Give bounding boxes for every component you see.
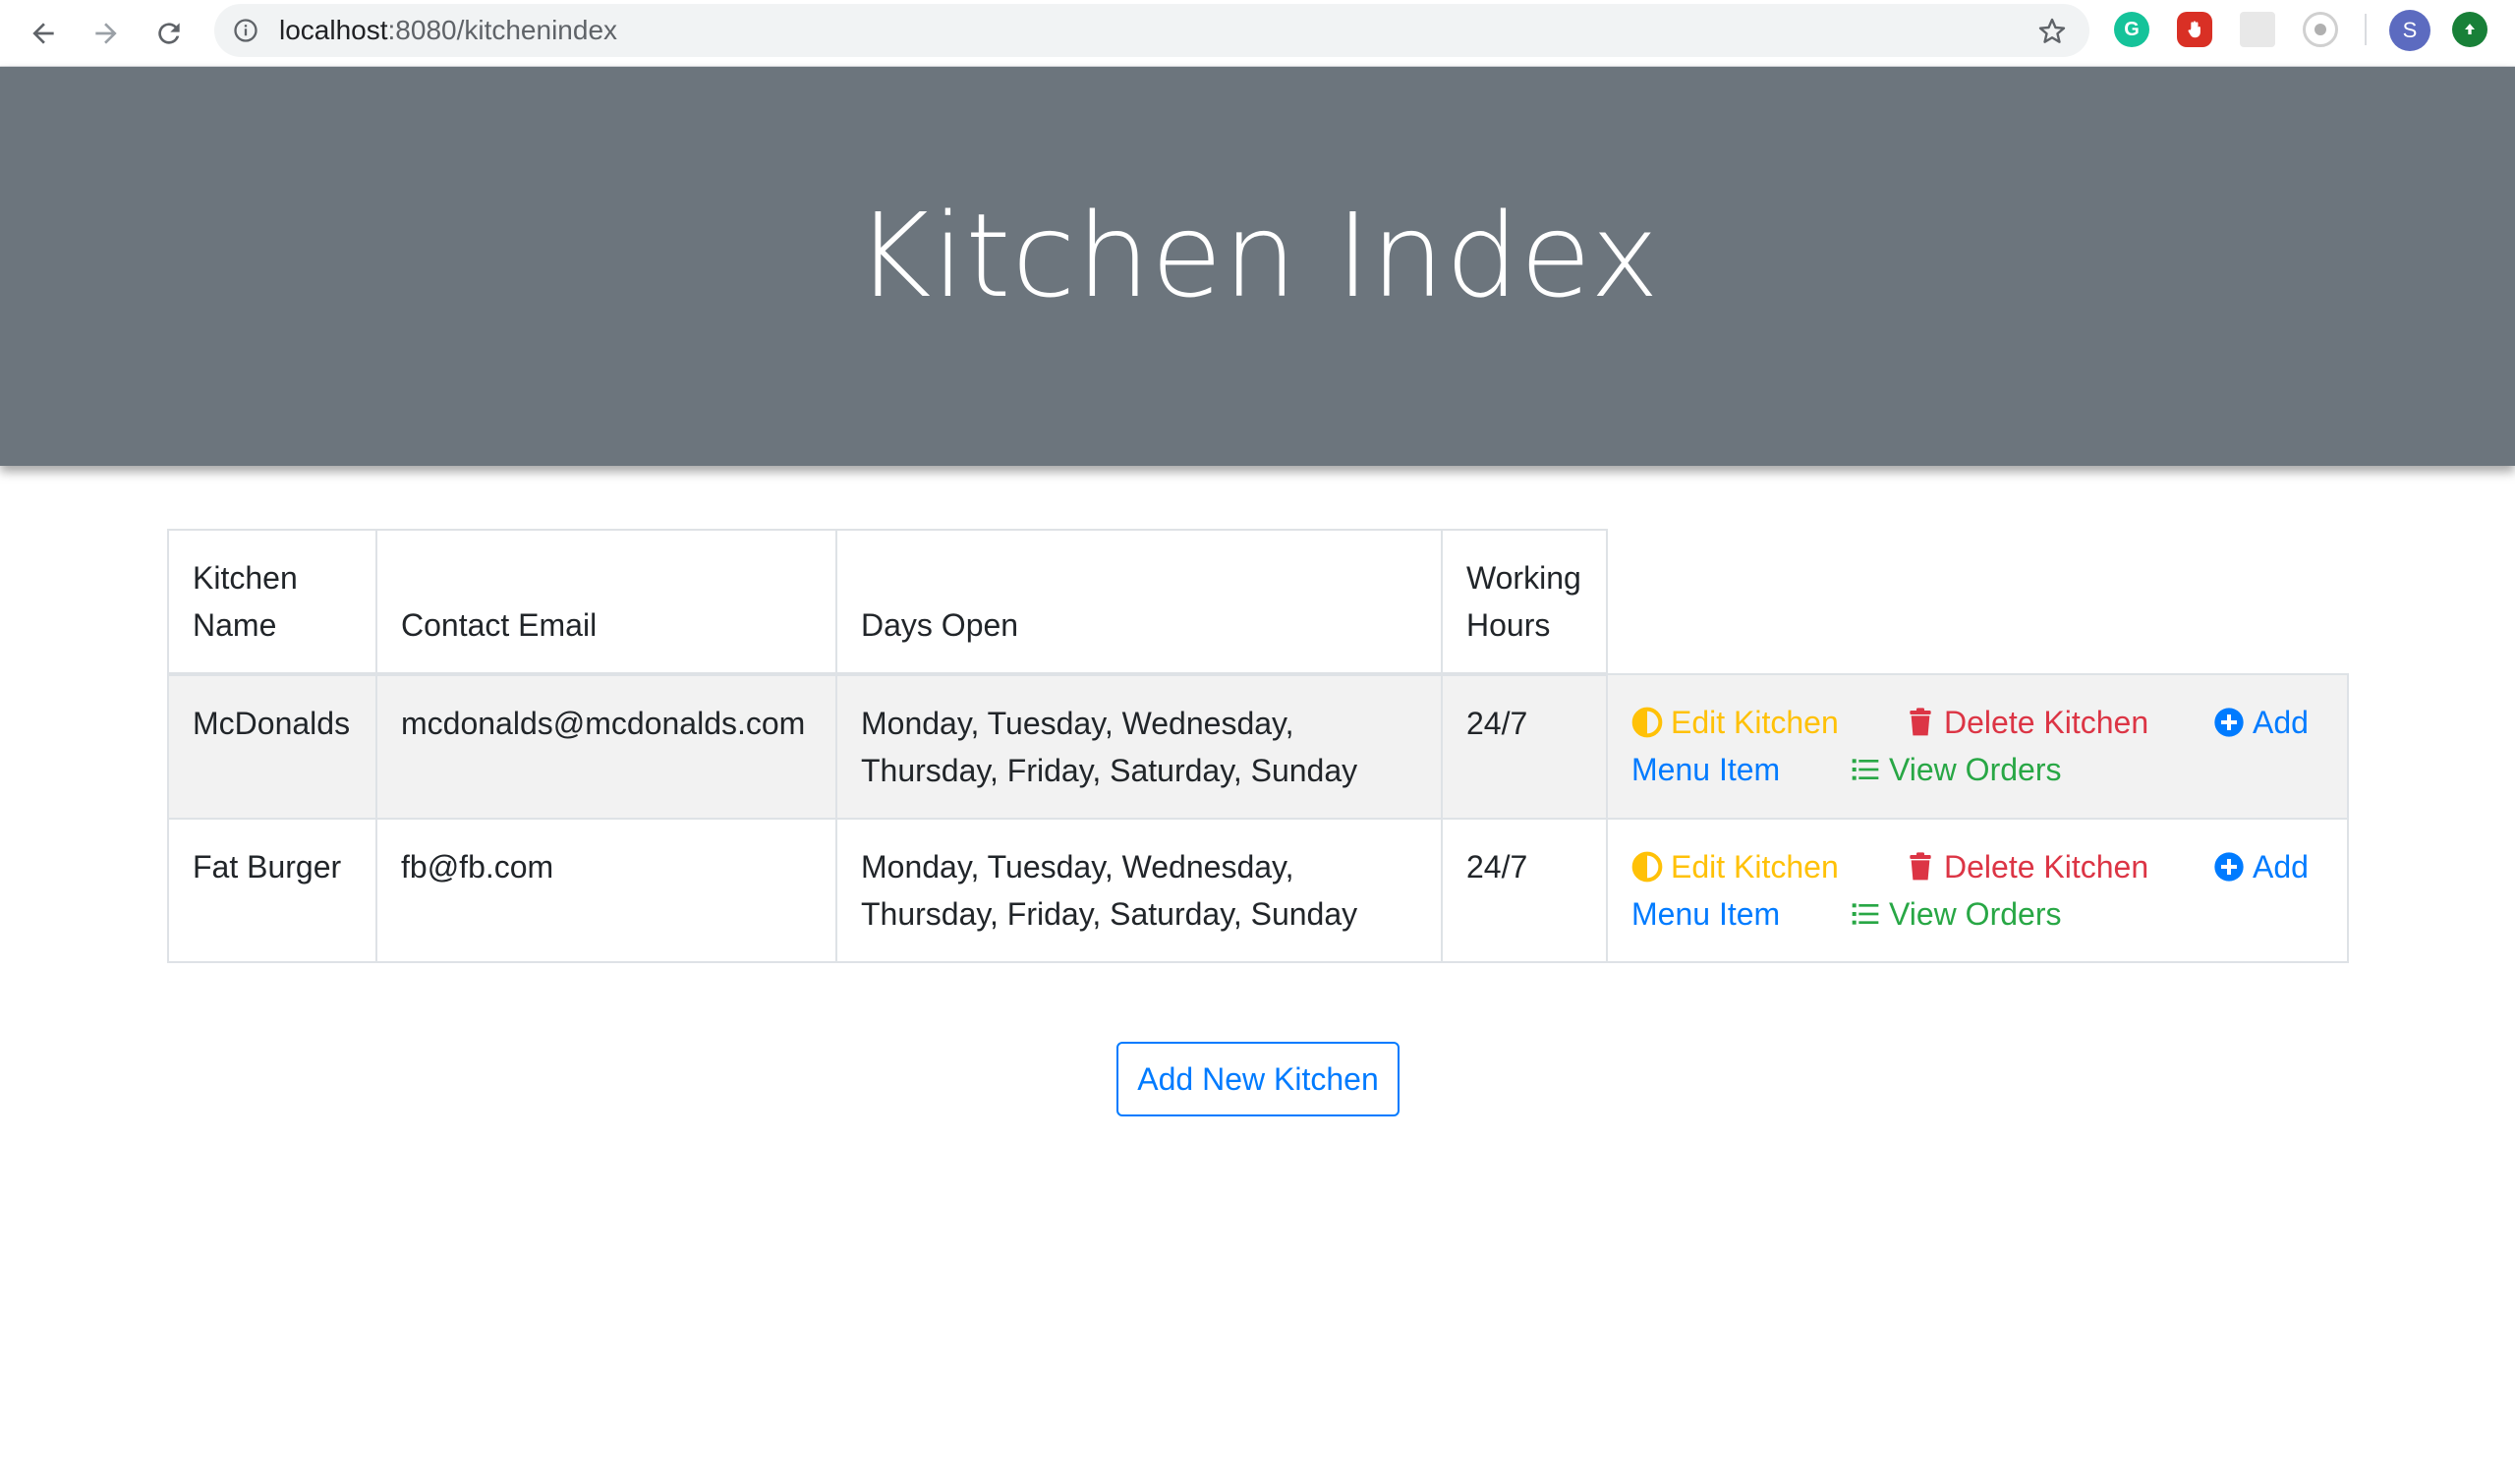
delete-kitchen-label: Delete Kitchen: [1944, 705, 2149, 740]
header-working-hours: Working Hours: [1441, 529, 1608, 676]
view-orders-link[interactable]: View Orders: [1850, 746, 2061, 793]
list-icon: [1850, 754, 1881, 785]
reload-button[interactable]: [145, 10, 193, 57]
half-circle-icon: [1631, 851, 1663, 883]
kitchen-table: Kitchen Name Contact Email Days Open Wor…: [167, 529, 2349, 963]
update-extension-icon[interactable]: [2452, 12, 2487, 47]
trash-icon: [1905, 707, 1936, 738]
forward-arrow-icon: [95, 23, 117, 44]
kitchen-name-cell: Fat Burger: [167, 818, 377, 963]
add-label: Add: [2253, 849, 2309, 885]
info-icon[interactable]: [232, 17, 259, 44]
add-menu-item-link[interactable]: Add: [2213, 699, 2309, 746]
back-arrow-icon: [32, 23, 54, 44]
working-hours-cell: 24/7: [1441, 673, 1608, 820]
edit-kitchen-label: Edit Kitchen: [1671, 849, 1839, 885]
delete-kitchen-label: Delete Kitchen: [1944, 849, 2149, 885]
grammarly-letter: G: [2124, 18, 2140, 40]
toolbar-divider: [2365, 14, 2367, 45]
table-row: Fat Burger fb@fb.com Monday, Tuesday, We…: [167, 818, 2349, 963]
adblock-extension-icon[interactable]: [2177, 12, 2212, 47]
delete-kitchen-link[interactable]: Delete Kitchen: [1905, 843, 2213, 890]
plus-circle-icon: [2213, 851, 2245, 883]
reload-icon: [158, 23, 180, 44]
edit-kitchen-label: Edit Kitchen: [1671, 705, 1839, 740]
half-circle-icon: [1631, 707, 1663, 738]
view-orders-label: View Orders: [1889, 896, 2062, 932]
header-actions: [1607, 530, 2348, 675]
menu-item-link[interactable]: Menu Item: [1631, 890, 1850, 938]
list-icon: [1850, 898, 1881, 930]
header-days-open: Days Open: [835, 529, 1443, 676]
address-bar[interactable]: localhost:8080/kitchenindex: [214, 4, 2089, 57]
contact-email-cell: mcdonalds@mcdonalds.com: [375, 673, 837, 820]
url-path: :8080/kitchenindex: [387, 15, 618, 45]
menu-item-label: Menu Item: [1631, 896, 1781, 932]
profile-avatar[interactable]: S: [2389, 10, 2430, 51]
actions-cell: Edit Kitchen Delete Kitchen Add Menu Ite…: [1606, 818, 2349, 963]
delete-kitchen-link[interactable]: Delete Kitchen: [1905, 699, 2213, 746]
page-title: Kitchen Index: [855, 188, 1660, 323]
trash-icon: [1905, 851, 1936, 883]
header-contact-email: Contact Email: [375, 529, 837, 676]
extension-grid-icon[interactable]: [2240, 12, 2275, 47]
bookmark-star-icon[interactable]: [2036, 16, 2068, 47]
table-header-row: Kitchen Name Contact Email Days Open Wor…: [167, 529, 2348, 676]
hero-jumbotron: Kitchen Index: [0, 67, 2515, 466]
header-kitchen-name: Kitchen Name: [167, 529, 377, 676]
days-open-cell: Monday, Tuesday, Wednesday, Thursday, Fr…: [835, 818, 1443, 963]
kitchen-name-cell: McDonalds: [167, 673, 377, 820]
menu-item-label: Menu Item: [1631, 752, 1781, 787]
menu-item-link[interactable]: Menu Item: [1631, 746, 1850, 793]
hand-stop-icon: [2188, 21, 2201, 38]
grammarly-extension-icon[interactable]: G: [2114, 12, 2149, 47]
back-button[interactable]: [20, 10, 67, 57]
browser-toolbar: localhost:8080/kitchenindex G S: [0, 0, 2515, 67]
camera-lens-shape: [2315, 24, 2326, 35]
add-menu-item-link[interactable]: Add: [2213, 843, 2309, 890]
avatar-letter: S: [2402, 18, 2418, 42]
view-orders-label: View Orders: [1889, 752, 2062, 787]
extension-camera-icon[interactable]: [2303, 12, 2338, 47]
actions-cell: Edit Kitchen Delete Kitchen Add Menu Ite…: [1606, 673, 2349, 820]
url-text[interactable]: localhost:8080/kitchenindex: [279, 17, 617, 44]
days-open-cell: Monday, Tuesday, Wednesday, Thursday, Fr…: [835, 673, 1443, 820]
view-orders-link[interactable]: View Orders: [1850, 890, 2061, 938]
edit-kitchen-link[interactable]: Edit Kitchen: [1631, 699, 1905, 746]
add-new-kitchen-button[interactable]: Add New Kitchen: [1116, 1042, 1400, 1116]
contact-email-cell: fb@fb.com: [375, 818, 837, 963]
table-row: McDonalds mcdonalds@mcdonalds.com Monday…: [167, 673, 2349, 820]
forward-button[interactable]: [83, 10, 130, 57]
up-arrow-icon: [2465, 24, 2475, 34]
add-label: Add: [2253, 705, 2309, 740]
plus-circle-icon: [2213, 707, 2245, 738]
edit-kitchen-link[interactable]: Edit Kitchen: [1631, 843, 1905, 890]
url-host: localhost: [279, 15, 388, 45]
working-hours-cell: 24/7: [1441, 818, 1608, 963]
